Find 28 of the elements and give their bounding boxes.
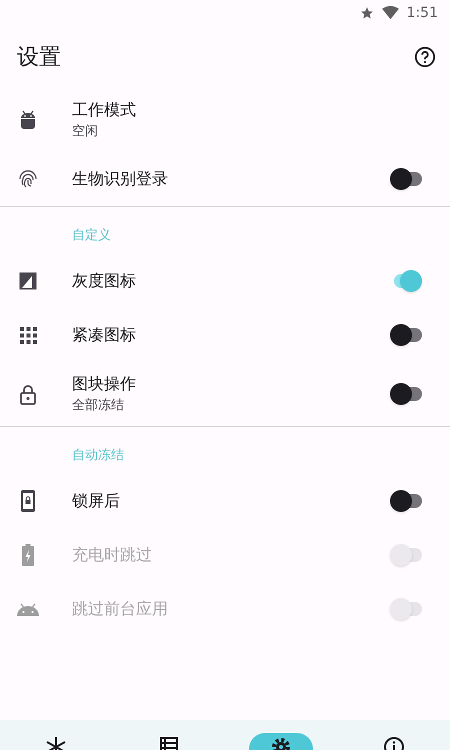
screen-title: 设置 — [17, 44, 61, 72]
status-time: 1:51 — [406, 4, 438, 22]
setting-title[interactable]: 灰度图标 — [72, 269, 390, 293]
phone-lock-icon — [21, 490, 35, 512]
wifi-icon — [382, 6, 399, 20]
section-header: 自定义 — [71, 227, 112, 245]
section-header: 自动冻结 — [71, 447, 125, 465]
grid-icon — [20, 326, 36, 344]
toggle-switch[interactable] — [390, 383, 422, 405]
toggle-switch[interactable] — [390, 168, 422, 190]
setting-summary: 全部冻结 — [72, 397, 125, 416]
list-icon — [160, 737, 178, 750]
battery-charging-icon — [22, 544, 34, 566]
help-icon[interactable] — [414, 46, 436, 68]
setting-title[interactable]: 图块操作 — [72, 372, 390, 396]
setting-title[interactable]: 紧凑图标 — [72, 323, 390, 347]
setting-title[interactable]: 锁屏后 — [72, 489, 390, 513]
toggle-switch[interactable] — [390, 490, 422, 512]
setting-summary: 空闲 — [72, 123, 99, 142]
setting-title[interactable]: 生物识别登录 — [72, 167, 390, 191]
android-head-icon — [17, 602, 39, 616]
toggle-switch[interactable] — [390, 324, 422, 346]
contrast-image-icon — [19, 272, 37, 290]
android-head-icon — [20, 110, 36, 130]
star-icon — [360, 6, 374, 20]
setting-title[interactable]: 工作模式 — [72, 98, 422, 122]
padlock-icon — [20, 384, 36, 404]
fingerprint-icon — [18, 169, 38, 189]
